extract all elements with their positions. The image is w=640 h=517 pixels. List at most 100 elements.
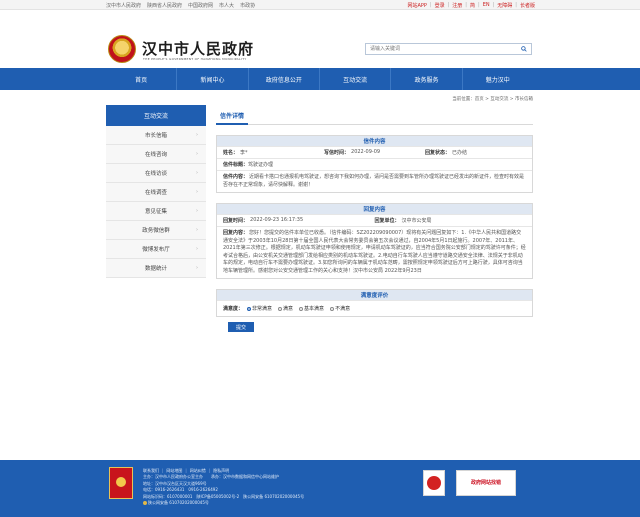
radio-basically-satisfied[interactable]: 基本满意 (299, 305, 324, 312)
status-label: 回复状态： (425, 150, 451, 156)
site-subtitle: THE PEOPLE'S GOVERNMENT OF HANZHONG MUNI… (143, 57, 247, 61)
chevron-right-icon: › (196, 227, 198, 233)
sidebar-item-label: 数据统计 (144, 266, 167, 272)
chevron-right-icon: › (196, 132, 198, 138)
search-input[interactable] (366, 44, 511, 54)
reply-meta-row: 回复时间： 2022-09-23 16:17:35 回复单位： 汉中市公安局 (217, 214, 532, 226)
top-link[interactable]: 汉中市人民政府 (106, 2, 141, 9)
date-label: 写信时间： (324, 150, 350, 156)
top-links-right: 网站APP | 登录 | 注册 | 简 | EN | 无障碍 | 长者版 (407, 2, 535, 9)
radio-icon (278, 306, 283, 311)
survey-row: 满意度： 非常满意 满意 基本满意 不满意 (217, 300, 532, 316)
status-value: 已办结 (452, 150, 468, 156)
chevron-right-icon: › (196, 265, 198, 271)
sidebar-item-label: 在线调查 (144, 190, 167, 196)
sidebar-item-stats[interactable]: 数据统计 › (106, 259, 206, 278)
reply-content-label: 回复内容： (223, 230, 249, 236)
register-link[interactable]: 注册 (452, 2, 462, 9)
letter-subject-row: 信件标题： 驾驶证办理 (217, 158, 532, 170)
chevron-right-icon: › (196, 151, 198, 157)
search-button[interactable] (517, 44, 531, 54)
letter-meta-row: 姓名： 李* 写信时间： 2022-09-09 回复状态： 已办结 (217, 146, 532, 158)
nav-home[interactable]: 首页 (106, 68, 178, 90)
sidebar-item-opinion[interactable]: 意见征集 › (106, 202, 206, 221)
sidebar-item-label: 市长信箱 (144, 133, 167, 139)
login-link[interactable]: 登录 (435, 2, 445, 9)
search-icon (521, 46, 527, 52)
reply-dept-label: 回复单位： (374, 218, 400, 224)
breadcrumb: 当前位置：首页 > 互动交流 > 市长信箱 (452, 97, 533, 102)
elder-mode-link[interactable]: 长者版 (520, 2, 535, 9)
reply-time-value: 2022-09-23 16:17:35 (250, 217, 304, 223)
subject-value: 驾驶证办理 (248, 162, 274, 168)
radio-checked-icon (247, 306, 252, 311)
sidebar-item-consult[interactable]: 在线咨询 › (106, 145, 206, 164)
content-value: 近期看卡搭口也通报机电驾驶证，想咨询下我如何办理，请问是否需要到车管所办理驾驶证… (223, 174, 525, 188)
reply-panel-title: 回复内容 (217, 204, 532, 214)
tab-letter-detail[interactable]: 信件详情 (216, 108, 249, 125)
radio-not-satisfied[interactable]: 不满意 (330, 305, 350, 312)
letter-panel-title: 信件内容 (217, 136, 532, 146)
tab-divider (216, 124, 533, 125)
top-link[interactable]: 市人大 (219, 2, 234, 9)
sidebar-item-mayor-mailbox[interactable]: 市长信箱 › (106, 126, 206, 145)
reply-time-label: 回复时间： (223, 218, 249, 224)
gov-site-badge[interactable] (423, 470, 445, 496)
nav-info-disclosure[interactable]: 政府信息公开 (249, 68, 320, 90)
national-emblem-icon[interactable] (108, 35, 136, 63)
letter-panel: 信件内容 姓名： 李* 写信时间： 2022-09-09 回复状态： 已办结 信件标题… (216, 135, 533, 193)
chevron-right-icon: › (196, 246, 198, 252)
name-label: 姓名： (223, 150, 239, 156)
top-link[interactable]: 陕西省人民政府 (147, 2, 182, 9)
accessibility-link[interactable]: 无障碍 (497, 2, 512, 9)
name-value: 李* (240, 150, 248, 156)
nav-news[interactable]: 新闻中心 (177, 68, 249, 90)
simplified-link[interactable]: 简 (470, 2, 475, 9)
sidebar-item-label: 在线访谈 (144, 171, 167, 177)
top-bar: 汉中市人民政府 陕西省人民政府 中国政府网 市人大 市政协 网站APP | 登录 |… (0, 0, 640, 10)
header: 汉中市人民政府 THE PEOPLE'S GOVERNMENT OF HANZH… (0, 10, 640, 68)
sidebar-item-survey[interactable]: 在线调查 › (106, 183, 206, 202)
top-link[interactable]: 中国政府网 (188, 2, 213, 9)
content-label: 信件内容： (223, 174, 249, 180)
sidebar-item-label: 在线咨询 (144, 152, 167, 158)
footer-police[interactable]: 陕公网安备 61070202000045号 (143, 500, 209, 506)
app-link[interactable]: 网站APP (407, 2, 426, 9)
gov-site-icon (427, 476, 441, 490)
nav-charm-hanzhong[interactable]: 魅力汉中 (463, 68, 533, 90)
radio-icon (330, 306, 335, 311)
submit-button[interactable]: 提交 (228, 322, 254, 332)
radio-very-satisfied[interactable]: 非常满意 (247, 305, 272, 312)
chevron-right-icon: › (196, 208, 198, 214)
search-box (365, 43, 532, 55)
footer-info: 联系我们 | 网站地图 | 网站纠错 | 隐私声明 主办：汉中市人民政府办公室主办 承… (143, 468, 304, 508)
main-content: 信件详情 信件内容 姓名： 李* 写信时间： 2022-09-09 回复状态： 已办结… (216, 108, 533, 332)
sidebar-item-interview[interactable]: 在线访谈 › (106, 164, 206, 183)
reply-content-value: 您好！您提交的信件本单位已收悉。（信件编码：SZ202209090007）现将有… (223, 230, 526, 274)
reply-content: 回复内容：您好！您提交的信件本单位已收悉。（信件编码：SZ20220909000… (217, 226, 532, 278)
site-error-badge[interactable]: 政府网站找错 (456, 470, 516, 496)
site-title[interactable]: 汉中市人民政府 (142, 38, 254, 59)
footer: 联系我们 | 网站地图 | 网站纠错 | 隐私声明 主办：汉中市人民政府办公室主办 承… (0, 460, 640, 517)
radio-icon (299, 306, 304, 311)
sidebar-item-label: 政务微信群 (142, 228, 170, 234)
top-link[interactable]: 市政协 (240, 2, 255, 9)
chevron-right-icon: › (196, 189, 198, 195)
survey-panel: 满意度评价 满意度： 非常满意 满意 基本满意 不满意 (216, 289, 533, 317)
nav-interaction[interactable]: 互动交流 (320, 68, 392, 90)
english-link[interactable]: EN (483, 2, 490, 9)
sidebar-item-label: 微博发布厅 (142, 247, 170, 253)
letter-content: 信件内容：近期看卡搭口也通报机电驾驶证，想咨询下我如何办理，请问是否需要到车管所… (217, 170, 532, 192)
party-emblem-icon[interactable] (109, 467, 133, 499)
sidebar-item-label: 意见征集 (144, 209, 167, 215)
nav-services[interactable]: 政务服务 (391, 68, 463, 90)
date-value: 2022-09-09 (351, 149, 381, 155)
main-nav: 首页 新闻中心 政府信息公开 互动交流 政务服务 魅力汉中 (0, 68, 640, 90)
top-links-left: 汉中市人民政府 陕西省人民政府 中国政府网 市人大 市政协 (106, 2, 255, 9)
sidebar-item-wechat[interactable]: 政务微信群 › (106, 221, 206, 240)
reply-panel: 回复内容 回复时间： 2022-09-23 16:17:35 回复单位： 汉中市公安… (216, 203, 533, 279)
sidebar: 互动交流 市长信箱 › 在线咨询 › 在线访谈 › 在线调查 › 意见征集 › 政务微信群… (106, 105, 206, 278)
sidebar-item-weibo[interactable]: 微博发布厅 › (106, 240, 206, 259)
survey-panel-title: 满意度评价 (217, 290, 532, 300)
radio-satisfied[interactable]: 满意 (278, 305, 293, 312)
